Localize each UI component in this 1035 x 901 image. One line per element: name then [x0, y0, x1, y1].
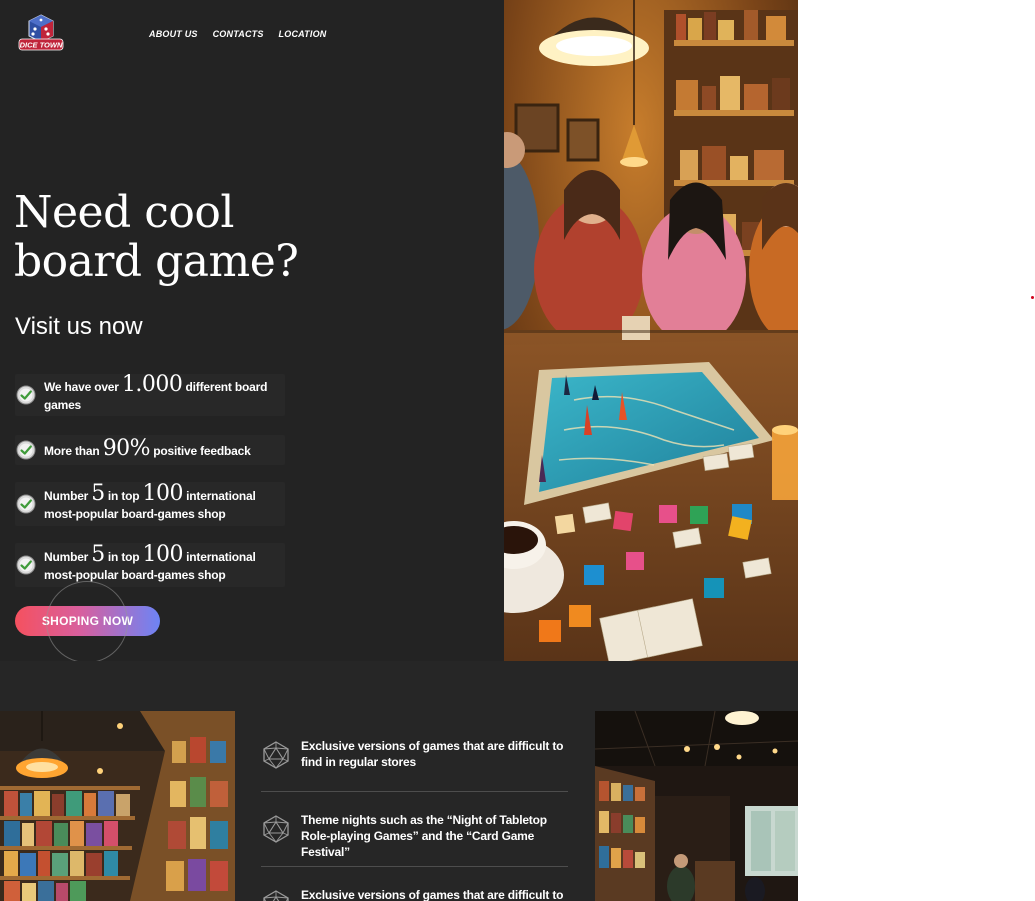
dice-icon	[28, 14, 54, 43]
service-item: Exclusive versions of games that are dif…	[261, 887, 568, 901]
service-item: Theme nights such as the “Night of Table…	[261, 812, 568, 860]
feature-text: We have over 1.000 different board games	[44, 372, 285, 415]
service-text: Theme nights such as the “Night of Table…	[301, 813, 547, 859]
d20-dice-icon	[263, 741, 289, 769]
feature-number: 5	[91, 481, 105, 506]
feature-text-mid: in top	[107, 489, 140, 503]
landing-page: DICE TOWN ABOUT US CONTACTS LOCATION Nee…	[0, 0, 798, 901]
feature-item: Number 5 in top 100 international most-p…	[15, 543, 285, 587]
d20-dice-icon	[263, 815, 289, 843]
feature-text-pre: Number	[44, 489, 89, 503]
feature-item: Number 5 in top 100 international most-p…	[15, 482, 285, 526]
service-item: Exclusive versions of games that are dif…	[261, 738, 568, 770]
headline-line-1: Need cool	[14, 187, 234, 238]
nav-contacts[interactable]: CONTACTS	[213, 29, 264, 39]
checkmark-badge-icon	[16, 440, 36, 460]
logo-wordmark: DICE TOWN	[20, 41, 63, 50]
feature-text-pre: Number	[44, 550, 89, 564]
service-text: Exclusive versions of games that are dif…	[301, 888, 564, 901]
feature-text: More than 90% positive feedback	[44, 436, 251, 461]
feature-text-mid: in top	[107, 550, 140, 564]
store-interior-photo	[595, 711, 798, 901]
feature-number: 1.000	[121, 372, 183, 397]
cursor-ripple-ring	[46, 581, 128, 663]
headline-line-2: board game?	[14, 236, 299, 287]
feature-text-pre: We have over	[44, 380, 119, 394]
feature-number: 100	[142, 542, 184, 567]
store-shelves-photo	[0, 711, 235, 901]
hero-section: DICE TOWN ABOUT US CONTACTS LOCATION Nee…	[0, 0, 798, 663]
d20-dice-icon	[263, 890, 289, 901]
feature-number: 100	[142, 481, 184, 506]
feature-number: 5	[91, 542, 105, 567]
nav-location[interactable]: LOCATION	[279, 29, 327, 39]
hero-subtitle: Visit us now	[15, 313, 143, 340]
red-marker-dot	[1031, 296, 1034, 299]
feature-item: We have over 1.000 different board games	[15, 374, 285, 416]
feature-text-post: positive feedback	[153, 444, 251, 458]
feature-text: Number 5 in top 100 international most-p…	[44, 542, 285, 585]
service-text: Exclusive versions of games that are dif…	[301, 739, 564, 769]
checkmark-badge-icon	[16, 494, 36, 514]
divider	[261, 866, 568, 867]
feature-text: Number 5 in top 100 international most-p…	[44, 481, 285, 524]
board-game-friends-photo	[504, 0, 798, 661]
main-nav: ABOUT US CONTACTS LOCATION	[149, 29, 326, 39]
dice-town-logo[interactable]: DICE TOWN	[17, 12, 65, 54]
feature-item: More than 90% positive feedback	[15, 435, 285, 465]
divider	[261, 791, 568, 792]
nav-about-us[interactable]: ABOUT US	[149, 29, 198, 39]
feature-number: 90%	[102, 436, 151, 461]
hero-headline: Need cool board game?	[14, 188, 374, 286]
hero-text-panel: DICE TOWN ABOUT US CONTACTS LOCATION Nee…	[0, 0, 504, 663]
checkmark-badge-icon	[16, 555, 36, 575]
checkmark-badge-icon	[16, 385, 36, 405]
feature-text-pre: More than	[44, 444, 100, 458]
